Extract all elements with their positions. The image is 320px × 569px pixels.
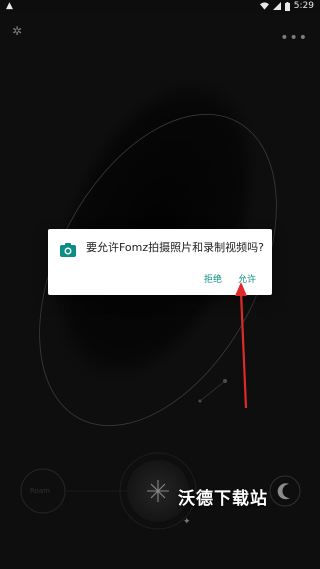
watermark-text: 沃德下载站 [178,489,268,509]
annotation-arrow [235,282,248,409]
